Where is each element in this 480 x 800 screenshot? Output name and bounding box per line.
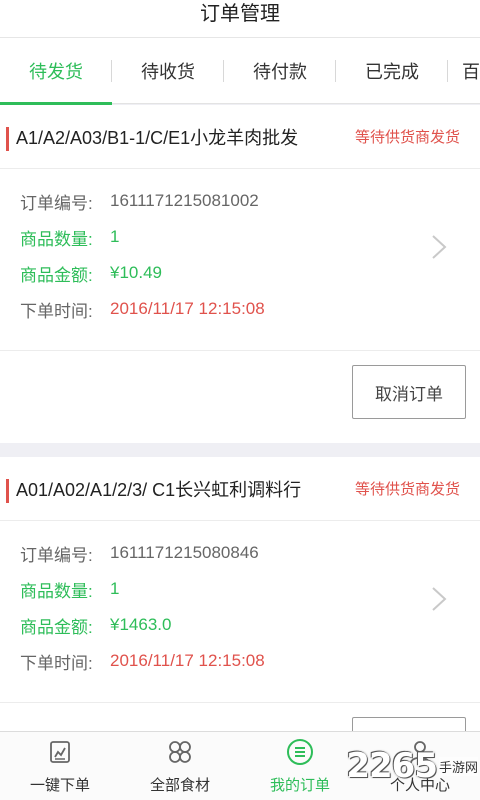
list-icon (287, 739, 313, 765)
red-marker (6, 479, 9, 503)
quick-order-icon (50, 741, 70, 763)
tab-label: 百 (462, 61, 480, 82)
nav-quick-order[interactable]: 一键下单 (0, 732, 120, 800)
order-time-value: 2016/11/17 12:15:08 (110, 651, 265, 670)
order-card-header: A1/A2/A03/B1-1/C/E1小龙羊肉批发 等待供货商发货 (0, 105, 480, 169)
quantity-row: 商品数量: 1 (0, 219, 480, 255)
amount-value: ¥10.49 (110, 263, 162, 282)
tab-label: 待发货 (29, 61, 83, 82)
red-marker (6, 127, 9, 151)
tab-more[interactable]: 百 (448, 38, 480, 104)
tab-pending-payment[interactable]: 待付款 (224, 38, 336, 104)
quantity-value: 1 (110, 227, 120, 246)
order-time-row: 下单时间: 2016/11/17 12:15:08 (0, 291, 480, 327)
chevron-right-icon[interactable] (426, 587, 450, 611)
order-time-label: 下单时间: (20, 301, 93, 321)
amount-row: 商品金额: ¥1463.0 (0, 607, 480, 643)
tab-pending-receipt[interactable]: 待收货 (112, 38, 224, 104)
tab-completed[interactable]: 已完成 (336, 38, 448, 104)
order-card-footer: 取消订单 (0, 703, 480, 731)
amount-row: 商品金额: ¥10.49 (0, 255, 480, 291)
order-details[interactable]: 订单编号: 1611171215081002 商品数量: 1 商品金额: ¥10… (0, 169, 480, 351)
order-tabs: 待发货 待收货 待付款 已完成 百 (0, 38, 480, 105)
order-time-value: 2016/11/17 12:15:08 (110, 299, 265, 318)
app-header: 订单管理 (0, 0, 480, 38)
order-number-value: 1611171215081002 (110, 191, 259, 210)
order-card[interactable]: A1/A2/A03/B1-1/C/E1小龙羊肉批发 等待供货商发货 订单编号: … (0, 105, 480, 443)
status-text: 等待供货商发货 (354, 129, 460, 146)
status-text: 等待供货商发货 (354, 481, 460, 498)
order-details[interactable]: 订单编号: 1611171215080846 商品数量: 1 商品金额: ¥14… (0, 521, 480, 703)
tab-pending-shipment[interactable]: 待发货 (0, 38, 112, 105)
chevron-right-icon[interactable] (426, 235, 450, 259)
nav-all-ingredients[interactable]: 全部食材 (120, 732, 240, 800)
order-time-label: 下单时间: (20, 653, 93, 673)
order-number-row: 订单编号: 1611171215081002 (0, 183, 480, 219)
quantity-label: 商品数量: (20, 229, 93, 249)
tab-label: 待付款 (253, 61, 307, 82)
amount-label: 商品金额: (20, 617, 93, 637)
nav-label: 个人中心 (389, 777, 450, 794)
order-list: A1/A2/A03/B1-1/C/E1小龙羊肉批发 等待供货商发货 订单编号: … (0, 105, 480, 731)
amount-value: ¥1463.0 (110, 615, 172, 634)
tab-label: 已完成 (365, 61, 419, 82)
order-number-value: 1611171215080846 (110, 543, 259, 562)
quantity-row: 商品数量: 1 (0, 571, 480, 607)
quantity-value: 1 (110, 579, 120, 598)
nav-label: 一键下单 (29, 777, 90, 794)
nav-label: 我的订单 (269, 777, 330, 794)
quantity-label: 商品数量: (20, 581, 93, 601)
page-title: 订单管理 (200, 3, 280, 25)
nav-personal-center[interactable]: 个人中心 (360, 732, 480, 800)
order-time-row: 下单时间: 2016/11/17 12:15:08 (0, 643, 480, 679)
order-card-header: A01/A02/A1/2/3/ C1长兴虹利调料行 等待供货商发货 (0, 457, 480, 521)
order-card-footer: 取消订单 (0, 351, 480, 443)
order-number-row: 订单编号: 1611171215080846 (0, 535, 480, 571)
tab-label: 待收货 (141, 61, 195, 82)
order-card[interactable]: A01/A02/A1/2/3/ C1长兴虹利调料行 等待供货商发货 订单编号: … (0, 457, 480, 731)
order-number-label: 订单编号: (20, 545, 93, 565)
amount-label: 商品金额: (20, 265, 93, 285)
person-icon (410, 741, 430, 764)
cancel-order-button[interactable]: 取消订单 (352, 365, 466, 419)
cancel-order-button[interactable]: 取消订单 (352, 717, 466, 731)
grid-icon (169, 741, 191, 763)
bottom-nav: 一键下单 全部食材 我的订单 个人中心 (0, 731, 480, 800)
supplier-name: A01/A02/A1/2/3/ C1长兴虹利调料行 (16, 479, 302, 500)
nav-label: 全部食材 (149, 777, 210, 794)
order-number-label: 订单编号: (20, 193, 93, 213)
supplier-name: A1/A2/A03/B1-1/C/E1小龙羊肉批发 (16, 127, 299, 148)
nav-my-orders[interactable]: 我的订单 (240, 732, 360, 800)
